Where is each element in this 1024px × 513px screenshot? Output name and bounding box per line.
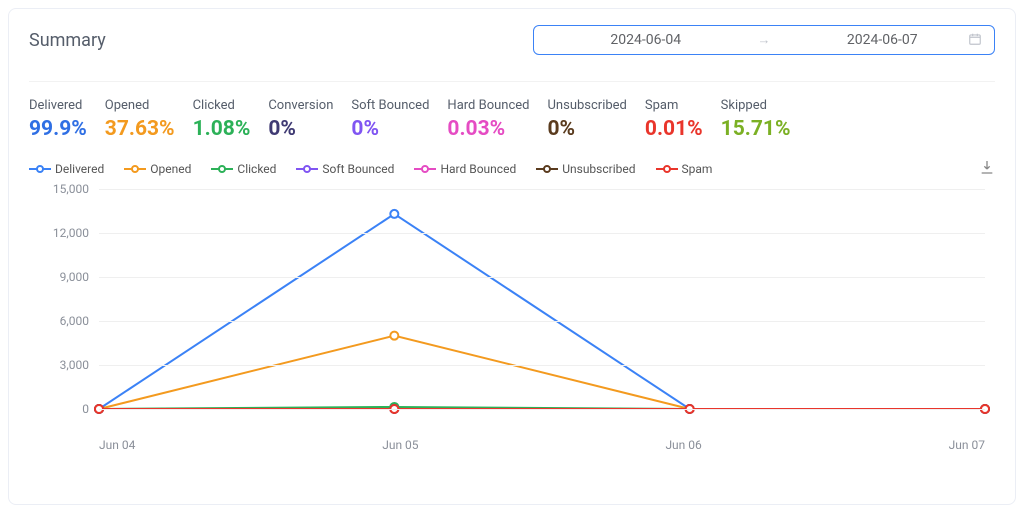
stats-row: Delivered 99.9% Opened 37.63% Clicked 1.08% Co… (29, 98, 995, 141)
stat-label: Hard Bounced (447, 98, 529, 113)
legend-marker (414, 164, 436, 174)
stat-conversion: Conversion 0% (268, 98, 333, 141)
stat-value: 15.71% (721, 117, 791, 141)
stat-value: 37.63% (105, 117, 175, 141)
x-tick-label: Jun 04 (99, 438, 135, 452)
y-tick-label: 12,000 (29, 226, 89, 240)
stat-spam: Spam 0.01% (645, 98, 703, 141)
page-title: Summary (29, 30, 106, 51)
date-range-picker[interactable]: 2024-06-04 → 2024-06-07 (533, 25, 995, 55)
data-point (390, 332, 398, 340)
data-point (390, 210, 398, 218)
legend-label: Spam (682, 162, 713, 176)
stat-value: 1.08% (193, 117, 251, 141)
stat-label: Spam (645, 98, 703, 113)
legend-label: Hard Bounced (440, 162, 516, 176)
stat-delivered: Delivered 99.9% (29, 98, 87, 141)
legend-marker (536, 164, 558, 174)
legend-label: Clicked (237, 162, 276, 176)
stat-label: Unsubscribed (548, 98, 627, 113)
date-to: 2024-06-07 (785, 32, 981, 48)
stat-soft-bounced: Soft Bounced 0% (351, 98, 429, 141)
chart-area: Jun 04Jun 05Jun 06Jun 07 03,0006,0009,00… (29, 189, 995, 434)
summary-card: Summary 2024-06-04 → 2024-06-07 Delivere… (8, 8, 1016, 505)
legend-marker (656, 164, 678, 174)
series-line-opened (99, 336, 985, 409)
legend-item-spam[interactable]: Spam (656, 162, 713, 176)
stat-hard-bounced: Hard Bounced 0.03% (447, 98, 529, 141)
legend-marker (124, 164, 146, 174)
stat-label: Soft Bounced (351, 98, 429, 113)
grid-line (99, 233, 985, 234)
grid-line (99, 277, 985, 278)
date-from: 2024-06-04 (548, 32, 744, 48)
stat-label: Skipped (721, 98, 791, 113)
stat-skipped: Skipped 15.71% (721, 98, 791, 141)
x-tick-label: Jun 06 (665, 438, 701, 452)
legend-marker (211, 164, 233, 174)
stat-label: Clicked (193, 98, 251, 113)
grid-line (99, 409, 985, 410)
x-tick-label: Jun 07 (949, 438, 985, 452)
y-tick-label: 3,000 (29, 358, 89, 372)
stat-label: Conversion (268, 98, 333, 113)
grid-line (99, 189, 985, 190)
legend-marker (29, 164, 51, 174)
legend-item-opened[interactable]: Opened (124, 162, 191, 176)
legend-item-soft-bounced[interactable]: Soft Bounced (296, 162, 394, 176)
y-tick-label: 9,000 (29, 270, 89, 284)
stat-unsubscribed: Unsubscribed 0% (548, 98, 627, 141)
divider (29, 81, 995, 82)
x-axis: Jun 04 Jun 05 Jun 06 Jun 07 (99, 438, 985, 452)
stat-label: Delivered (29, 98, 87, 113)
chart-legend: Delivered Opened Clicked Soft Bounced Hard B… (29, 159, 995, 179)
stat-value: 0.03% (447, 117, 529, 141)
legend-label: Soft Bounced (322, 162, 394, 176)
legend-item-delivered[interactable]: Delivered (29, 162, 104, 176)
stat-clicked: Clicked 1.08% (193, 98, 251, 141)
y-tick-label: 6,000 (29, 314, 89, 328)
grid-line (99, 321, 985, 322)
stat-label: Opened (105, 98, 175, 113)
stat-value: 0% (548, 117, 627, 141)
download-icon[interactable] (979, 159, 995, 179)
legend-marker (296, 164, 318, 174)
calendar-icon (968, 31, 982, 50)
arrow-right-icon: → (758, 32, 771, 48)
stat-value: 99.9% (29, 117, 87, 141)
legend-item-clicked[interactable]: Clicked (211, 162, 276, 176)
y-tick-label: 15,000 (29, 182, 89, 196)
x-tick-label: Jun 05 (382, 438, 418, 452)
stat-value: 0.01% (645, 117, 703, 141)
stat-value: 0% (268, 117, 333, 141)
legend-item-unsubscribed[interactable]: Unsubscribed (536, 162, 635, 176)
header: Summary 2024-06-04 → 2024-06-07 (29, 25, 995, 73)
legend-label: Delivered (55, 162, 104, 176)
series-line-delivered (99, 214, 985, 409)
stat-value: 0% (351, 117, 429, 141)
legend-label: Unsubscribed (562, 162, 635, 176)
legend-label: Opened (150, 162, 191, 176)
stat-opened: Opened 37.63% (105, 98, 175, 141)
y-tick-label: 0 (29, 402, 89, 416)
legend-item-hard-bounced[interactable]: Hard Bounced (414, 162, 516, 176)
grid-line (99, 365, 985, 366)
chart-plot (99, 189, 985, 409)
